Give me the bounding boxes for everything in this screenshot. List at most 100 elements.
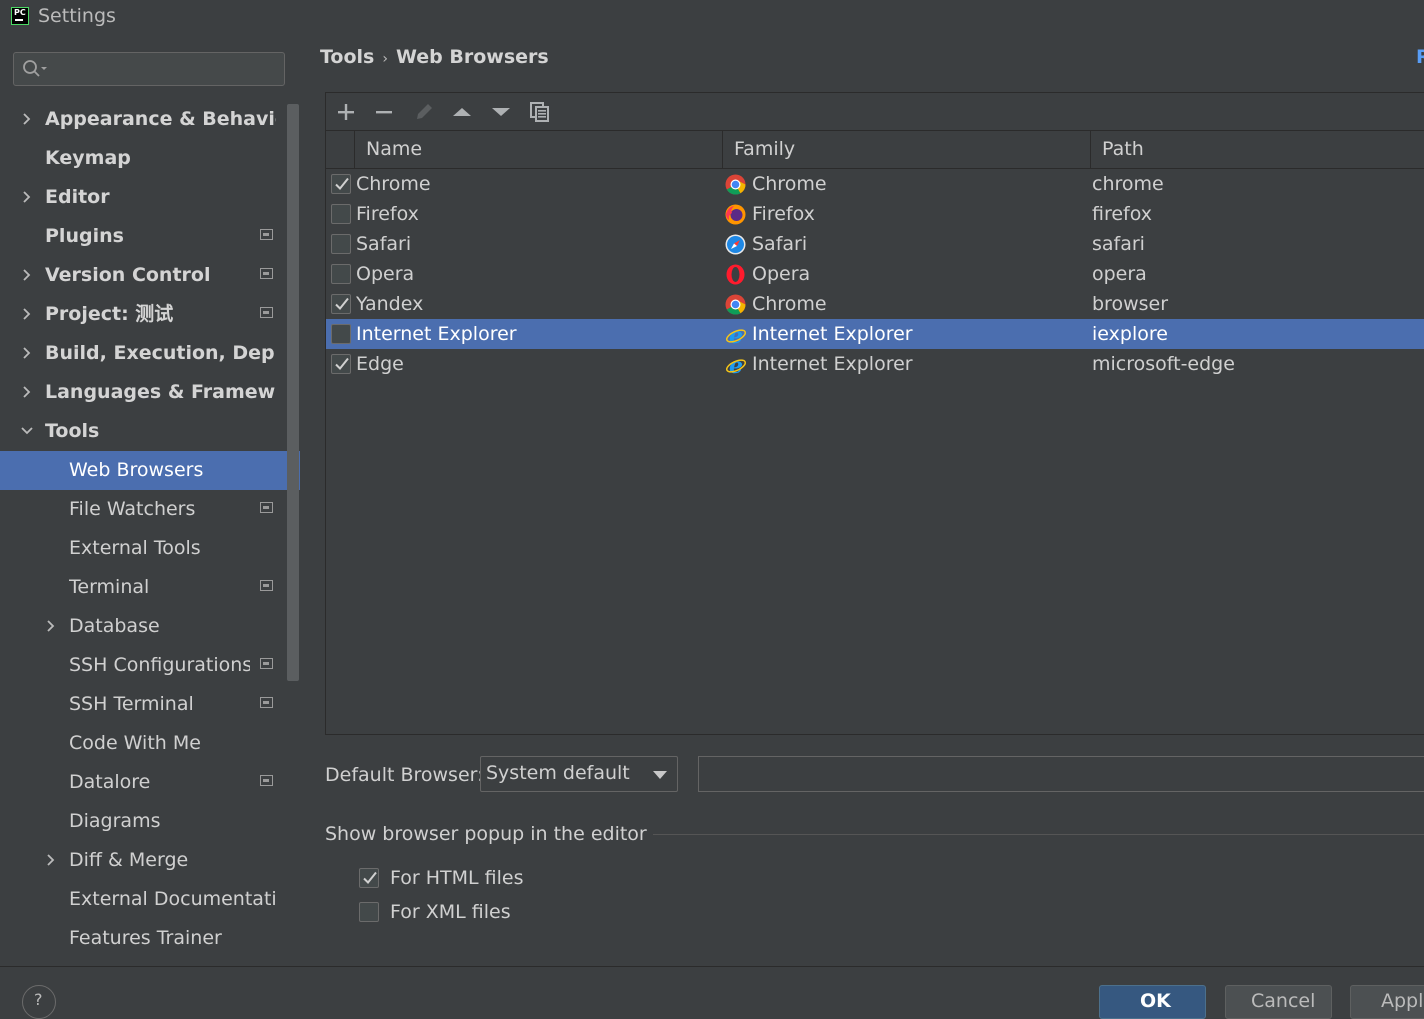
add-browser-button[interactable] <box>333 99 359 125</box>
table-row[interactable]: Safari Safari safari <box>326 229 1424 259</box>
browser-name-cell[interactable]: Chrome <box>356 169 431 199</box>
sidebar-item[interactable]: Code With Me <box>0 724 286 763</box>
help-button[interactable]: ? <box>22 985 56 1019</box>
sidebar-item[interactable]: SSH Terminal <box>0 685 286 724</box>
settings-search-input[interactable] <box>13 52 285 86</box>
browser-family-cell[interactable]: Opera <box>752 259 810 289</box>
default-browser-select[interactable]: System default <box>480 756 678 792</box>
sidebar-item[interactable]: Features Trainer <box>0 919 286 958</box>
column-header-family[interactable]: Family <box>722 131 1090 168</box>
browser-family-cell[interactable]: Internet Explorer <box>752 319 913 349</box>
breadcrumb-parent[interactable]: Tools <box>320 46 374 68</box>
sidebar-item-label: Web Browsers <box>69 459 204 481</box>
sidebar-item[interactable]: Project: 测试 <box>0 295 286 334</box>
apply-button-label: Apply <box>1381 990 1424 1012</box>
xml-files-checkbox[interactable] <box>359 902 379 922</box>
sidebar-item-label: Build, Execution, Deploym <box>45 342 276 364</box>
html-files-label: For HTML files <box>390 867 524 889</box>
edit-browser-button[interactable] <box>411 99 437 125</box>
sidebar-scrollbar[interactable] <box>287 104 299 681</box>
browser-name-cell[interactable]: Internet Explorer <box>356 319 517 349</box>
chevron-right-icon[interactable] <box>20 112 34 126</box>
sidebar-item[interactable]: Database <box>0 607 286 646</box>
chevron-right-icon[interactable] <box>20 385 34 399</box>
browser-path-cell[interactable]: opera <box>1092 259 1147 289</box>
sidebar-item[interactable]: Editor <box>0 178 286 217</box>
browser-family-cell[interactable]: Chrome <box>752 169 827 199</box>
chevron-right-icon[interactable] <box>20 346 34 360</box>
ok-button[interactable]: OK <box>1099 985 1206 1019</box>
sidebar-item[interactable]: Build, Execution, Deploym <box>0 334 286 373</box>
browser-active-checkbox[interactable] <box>331 204 351 224</box>
browser-active-checkbox[interactable] <box>331 294 351 314</box>
sidebar-item-label: Appearance & Behavior <box>45 108 276 130</box>
column-header-name[interactable]: Name <box>354 131 722 168</box>
table-row[interactable]: Chrome Chrome chrome <box>326 169 1424 199</box>
browser-path-cell[interactable]: firefox <box>1092 199 1152 229</box>
chevron-right-icon[interactable] <box>20 190 34 204</box>
sidebar-item[interactable]: Keymap <box>0 139 286 178</box>
browser-family-cell[interactable]: Chrome <box>752 289 827 319</box>
sidebar-item[interactable]: External Documentation <box>0 880 286 919</box>
browser-path-cell[interactable]: safari <box>1092 229 1145 259</box>
sidebar-item[interactable]: Languages & Frameworks <box>0 373 286 412</box>
browser-name-cell[interactable]: Safari <box>356 229 411 259</box>
browser-active-checkbox[interactable] <box>331 354 351 374</box>
browser-active-checkbox[interactable] <box>331 174 351 194</box>
table-row[interactable]: Edge e Internet Explorer microsoft-edge <box>326 349 1424 379</box>
browser-family-cell[interactable]: Safari <box>752 229 807 259</box>
table-row[interactable]: Internet Explorer e Internet Explorer iexpl… <box>326 319 1424 349</box>
browser-family-cell[interactable]: Internet Explorer <box>752 349 913 379</box>
browser-active-checkbox[interactable] <box>331 264 351 284</box>
sidebar-item[interactable]: Datalore <box>0 763 286 802</box>
sidebar-item[interactable]: SSH Configurations <box>0 646 286 685</box>
browser-name-cell[interactable]: Opera <box>356 259 414 289</box>
browser-family-cell[interactable]: Firefox <box>752 199 815 229</box>
sidebar-item[interactable]: Diff & Merge <box>0 841 286 880</box>
browser-path-cell[interactable]: microsoft-edge <box>1092 349 1235 379</box>
browser-active-checkbox[interactable] <box>331 234 351 254</box>
copy-browser-button[interactable] <box>527 99 553 125</box>
sidebar-item-label: Plugins <box>45 225 124 247</box>
project-level-icon <box>260 307 273 318</box>
move-down-button[interactable] <box>488 99 514 125</box>
chevron-right-icon[interactable] <box>44 853 58 867</box>
html-files-checkbox[interactable] <box>359 868 379 888</box>
table-row[interactable]: Opera Opera opera <box>326 259 1424 289</box>
browsers-toolbar <box>326 93 1424 131</box>
sidebar-item[interactable]: Diagrams <box>0 802 286 841</box>
sidebar-item[interactable]: Version Control <box>0 256 286 295</box>
cancel-button[interactable]: Cancel <box>1225 985 1332 1019</box>
column-header-path[interactable]: Path <box>1090 131 1424 168</box>
chevron-right-icon[interactable] <box>44 619 58 633</box>
browser-active-checkbox[interactable] <box>331 324 351 344</box>
chevron-down-icon[interactable] <box>20 424 34 438</box>
chevron-right-icon[interactable] <box>20 307 34 321</box>
table-row[interactable]: Firefox Firefox firefox <box>326 199 1424 229</box>
browser-path-field[interactable] <box>698 756 1424 792</box>
sidebar-item-label: Database <box>69 615 160 637</box>
arrow-down-icon <box>492 108 510 116</box>
reset-link[interactable]: R <box>1416 46 1424 68</box>
sidebar-item[interactable]: Terminal <box>0 568 286 607</box>
help-button-label: ? <box>34 990 43 1009</box>
chevron-right-icon[interactable] <box>20 268 34 282</box>
browser-name-cell[interactable]: Yandex <box>356 289 423 319</box>
sidebar-item[interactable]: File Watchers <box>0 490 286 529</box>
browser-path-cell[interactable]: chrome <box>1092 169 1164 199</box>
browser-path-cell[interactable]: iexplore <box>1092 319 1168 349</box>
remove-browser-button[interactable] <box>371 99 397 125</box>
project-level-icon <box>260 229 273 240</box>
move-up-button[interactable] <box>449 99 475 125</box>
browser-name-cell[interactable]: Firefox <box>356 199 419 229</box>
sidebar-item[interactable]: Appearance & Behavior <box>0 100 286 139</box>
sidebar-item[interactable]: Web Browsers <box>0 451 300 490</box>
sidebar-item-label: External Tools <box>69 537 201 559</box>
sidebar-item[interactable]: Tools <box>0 412 286 451</box>
sidebar-item[interactable]: External Tools <box>0 529 286 568</box>
browser-path-cell[interactable]: browser <box>1092 289 1168 319</box>
apply-button[interactable]: Apply <box>1350 985 1424 1019</box>
browser-name-cell[interactable]: Edge <box>356 349 404 379</box>
sidebar-item[interactable]: Plugins <box>0 217 286 256</box>
table-row[interactable]: Yandex Chrome browser <box>326 289 1424 319</box>
